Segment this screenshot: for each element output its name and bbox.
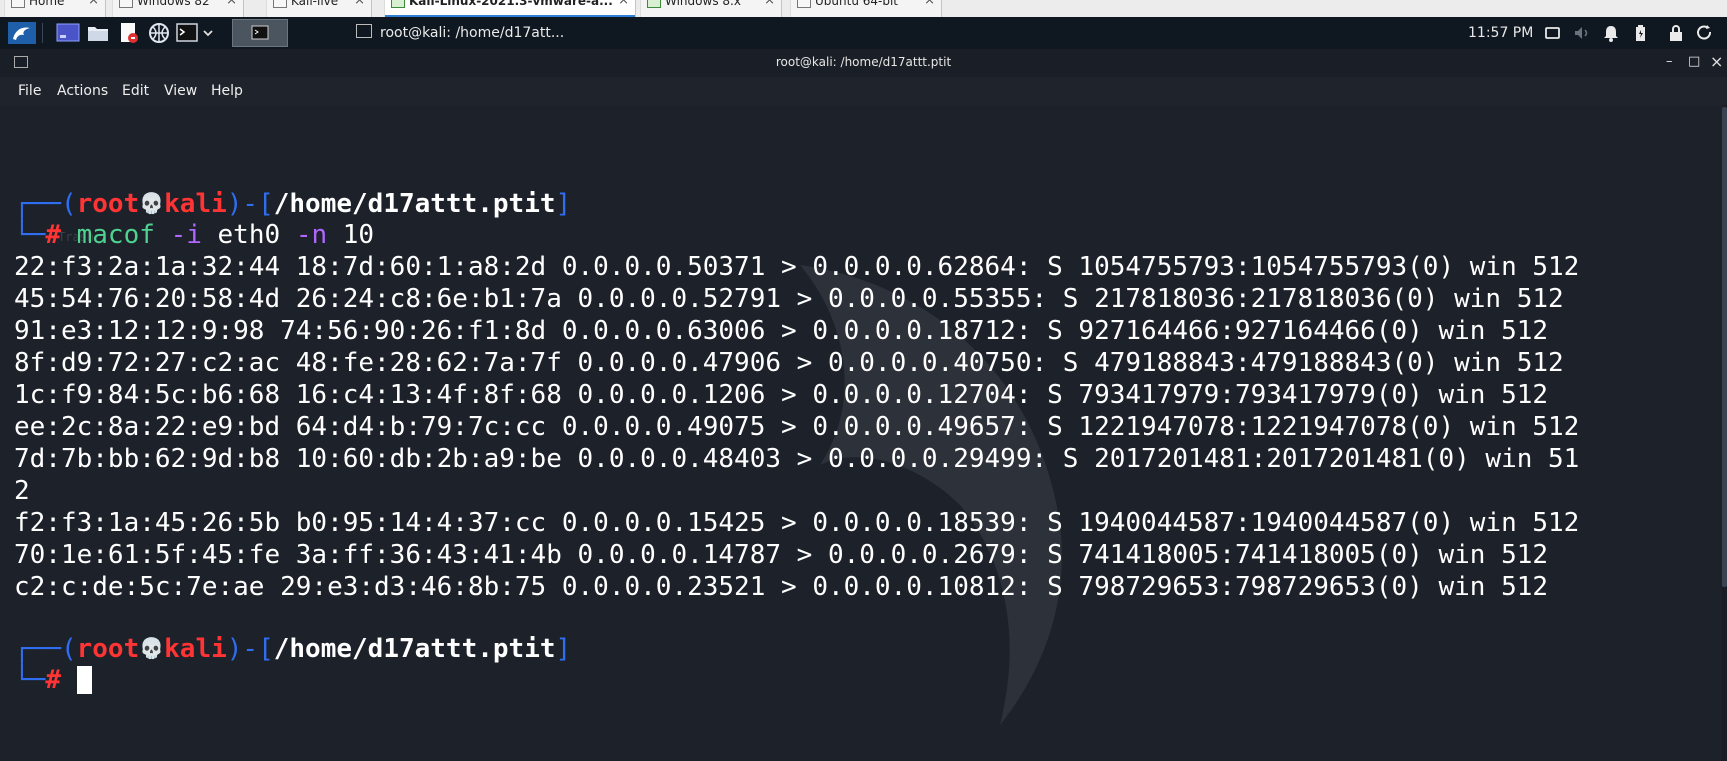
output-line: 8f:d9:72:27:c2:ac 48:fe:28:62:7a:7f 0.0.… (14, 348, 1564, 378)
output-line: 1c:f9:84:5c:b6:68 16:c4:13:4f:8f:68 0.0.… (14, 380, 1549, 410)
taskbar-window-title: root@kali: /home/d17att... (380, 25, 565, 41)
vm-tab-kali-live[interactable]: Kali-live × (266, 0, 372, 17)
output-line: 70:1e:61:5f:45:fe 3a:ff:36:43:41:4b 0.0.… (14, 540, 1549, 570)
vm-tab-home[interactable]: Home × (4, 0, 106, 17)
terminal-window: root@kali: /home/d17attt.ptit – □ × File… (0, 49, 1727, 761)
terminal-window-icon (14, 56, 28, 68)
terminal-icon[interactable] (176, 22, 198, 44)
command-name: macof (76, 220, 155, 250)
skull-icon: 💀 (139, 636, 165, 660)
prompt-line: ┌──(root💀kali)-[/home/d17attt.ptit] (14, 634, 572, 664)
command-flag: -n (295, 220, 328, 250)
menu-view[interactable]: View (164, 82, 197, 100)
lock-icon[interactable] (1668, 22, 1684, 44)
vm-icon (797, 0, 811, 8)
output-line: ee:2c:8a:22:e9:bd 64:d4:b:79:7c:cc 0.0.0… (14, 412, 1580, 442)
vm-tab-label: Kali-Linux-2021.3-vmware-a... (409, 0, 613, 8)
terminal-window-icon (356, 24, 372, 38)
menu-file[interactable]: File (18, 82, 41, 100)
close-icon[interactable]: × (764, 0, 775, 8)
vm-tab-ubuntu[interactable]: Ubuntu 64-bit × (790, 0, 942, 17)
window-title: root@kali: /home/d17attt.ptit (775, 55, 952, 69)
scrollbar-thumb[interactable] (1722, 107, 1727, 587)
prompt-host: kali (164, 634, 227, 664)
command-arg: eth0 (217, 220, 281, 250)
close-icon[interactable]: × (924, 0, 935, 8)
vm-tab-label: Ubuntu 64-bit (815, 0, 898, 8)
prompt-path: /home/d17attt.ptit (273, 634, 556, 664)
prompt-user: root (76, 634, 140, 664)
vm-tab-windows-82[interactable]: Windows 82 × (112, 0, 244, 17)
panel-separator (42, 23, 43, 43)
vm-tab-kali-linux[interactable]: Kali-Linux-2021.3-vmware-a... × (384, 0, 636, 17)
vm-tab-label: Kali-live (291, 0, 339, 8)
output-line: 22:f3:2a:1a:32:44 18:7d:60:1:a8:2d 0.0.0… (14, 252, 1580, 282)
prompt-line: ┌──(root💀kali)-[/home/d17attt.ptit] (14, 189, 572, 219)
kali-dragon-icon[interactable] (8, 22, 36, 44)
text-cursor (76, 666, 92, 694)
prompt-user: root (76, 189, 140, 219)
vm-icon (273, 0, 287, 8)
output-line: 91:e3:12:12:9:98 74:56:90:26:f1:8d 0.0.0… (14, 316, 1549, 346)
vm-tab-label: Windows 8.x (665, 0, 741, 8)
close-icon[interactable]: × (226, 0, 237, 8)
vm-tab-label: Home (29, 0, 65, 8)
screen-icon[interactable] (1544, 22, 1562, 44)
terminal-output[interactable]: Trash ┌──(root💀kali)-[/home/d17attt.ptit… (0, 105, 1722, 761)
file-manager-icon[interactable] (86, 22, 110, 44)
workspace-icon[interactable] (56, 22, 80, 44)
vm-running-icon (391, 0, 405, 8)
clock[interactable]: 11:57 PM (1468, 22, 1533, 44)
close-button[interactable]: × (1710, 49, 1723, 75)
prompt-host: kali (164, 189, 227, 219)
menu-edit[interactable]: Edit (122, 82, 149, 100)
vm-tab-label: Windows 82 (137, 0, 210, 8)
command-line[interactable]: └─# (14, 664, 92, 696)
dropdown-chevron-icon[interactable] (201, 22, 215, 44)
command-line: └─# macof -i eth0 -n 10 (14, 220, 375, 250)
output-line: 45:54:76:20:58:4d 26:24:c8:6e:b1:7a 0.0.… (14, 284, 1564, 314)
skull-icon: 💀 (139, 191, 165, 215)
output-line: f2:f3:1a:45:26:5b b0:95:14:4:37:cc 0.0.0… (14, 508, 1580, 538)
top-panel: root@kali: /home/d17att... 11:57 PM (0, 17, 1727, 49)
vm-icon (119, 0, 133, 8)
output-line: 2 (14, 476, 30, 506)
scrollbar[interactable] (1722, 105, 1727, 761)
maximize-button[interactable]: □ (1688, 49, 1700, 75)
window-titlebar[interactable]: root@kali: /home/d17attt.ptit – □ × (0, 49, 1727, 77)
taskbar-window-entry[interactable]: root@kali: /home/d17att... (356, 22, 564, 44)
prompt-hash: # (45, 220, 61, 250)
output-line: c2:c:de:5c:7e:ae 29:e3:d3:46:8b:75 0.0.0… (14, 572, 1549, 602)
command-flag: -i (170, 220, 202, 250)
volume-icon[interactable] (1572, 22, 1592, 44)
minimize-button[interactable]: – (1666, 49, 1673, 75)
vm-tab-strip: Home × Windows 82 × Kali-live × Kali-Lin… (0, 0, 1727, 18)
vm-running-icon (647, 0, 661, 8)
power-icon[interactable] (1696, 22, 1714, 44)
browser-icon[interactable] (148, 22, 170, 44)
taskbar-terminal-button[interactable] (232, 19, 288, 47)
output-line: 7d:7b:bb:62:9d:b8 10:60:db:2b:a9:be 0.0.… (14, 444, 1580, 474)
close-icon[interactable]: × (618, 0, 629, 8)
prompt-path: /home/d17attt.ptit (273, 189, 556, 219)
home-icon (11, 0, 25, 8)
battery-icon[interactable] (1632, 22, 1648, 44)
menu-bar: File Actions Edit View Help (0, 77, 1727, 105)
close-icon[interactable]: × (88, 0, 99, 8)
text-editor-icon[interactable] (118, 22, 140, 44)
notification-bell-icon[interactable] (1602, 22, 1620, 44)
vm-tab-windows-8x[interactable]: Windows 8.x × (640, 0, 782, 17)
prompt-hash: # (45, 665, 61, 695)
command-arg: 10 (342, 220, 375, 250)
close-icon[interactable]: × (354, 0, 365, 8)
menu-actions[interactable]: Actions (57, 82, 108, 100)
menu-help[interactable]: Help (211, 82, 243, 100)
